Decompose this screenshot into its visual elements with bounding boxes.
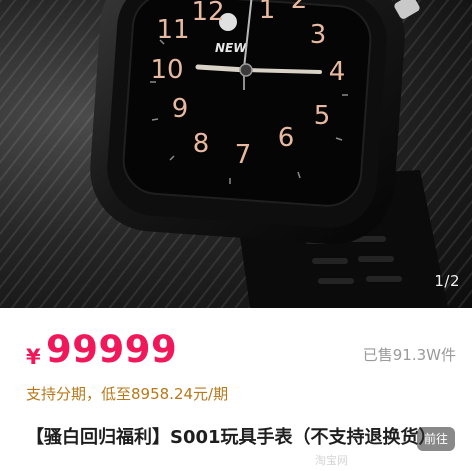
- dial-numeral: 2: [291, 0, 308, 15]
- dial-numeral: 10: [150, 55, 183, 85]
- dial-numeral: 5: [314, 101, 331, 131]
- dial-numeral: 1: [259, 0, 276, 25]
- product-price: 99999: [46, 328, 178, 371]
- sold-count: 已售91.3W件: [362, 346, 456, 364]
- dial-numeral: 4: [329, 57, 346, 87]
- watermark: 淘宝网: [315, 454, 348, 467]
- product-info-panel: ¥ 99999 已售91.3W件 支持分期，低至8958.24元/期 【骚白回归…: [0, 308, 472, 471]
- dial-numeral: 11: [156, 15, 189, 45]
- dial-numeral: 3: [310, 20, 327, 50]
- dial-numeral: 9: [172, 94, 189, 124]
- brand-logo: NEW: [215, 41, 247, 55]
- image-page-indicator: 1/2: [434, 272, 460, 290]
- installment-info[interactable]: 支持分期，低至8958.24元/期: [26, 383, 228, 404]
- dial-numeral: 12: [191, 0, 224, 27]
- currency-symbol: ¥: [26, 345, 41, 369]
- dial-numeral: 7: [235, 140, 252, 170]
- watch-image: NEW 12 1 2 3 4 5 6 7 8 9 10 11: [90, 0, 448, 308]
- product-image-gallery[interactable]: NEW 12 1 2 3 4 5 6 7 8 9 10 11 1/2: [0, 0, 472, 308]
- dial-numeral: 6: [278, 123, 295, 153]
- dial-numeral: 8: [193, 129, 210, 159]
- floating-button[interactable]: 前往: [417, 427, 455, 451]
- product-title: 【骚白回归福利】S001玩具手表（不支持退换货）: [26, 427, 437, 448]
- price-row: ¥ 99999 已售91.3W件: [26, 328, 456, 376]
